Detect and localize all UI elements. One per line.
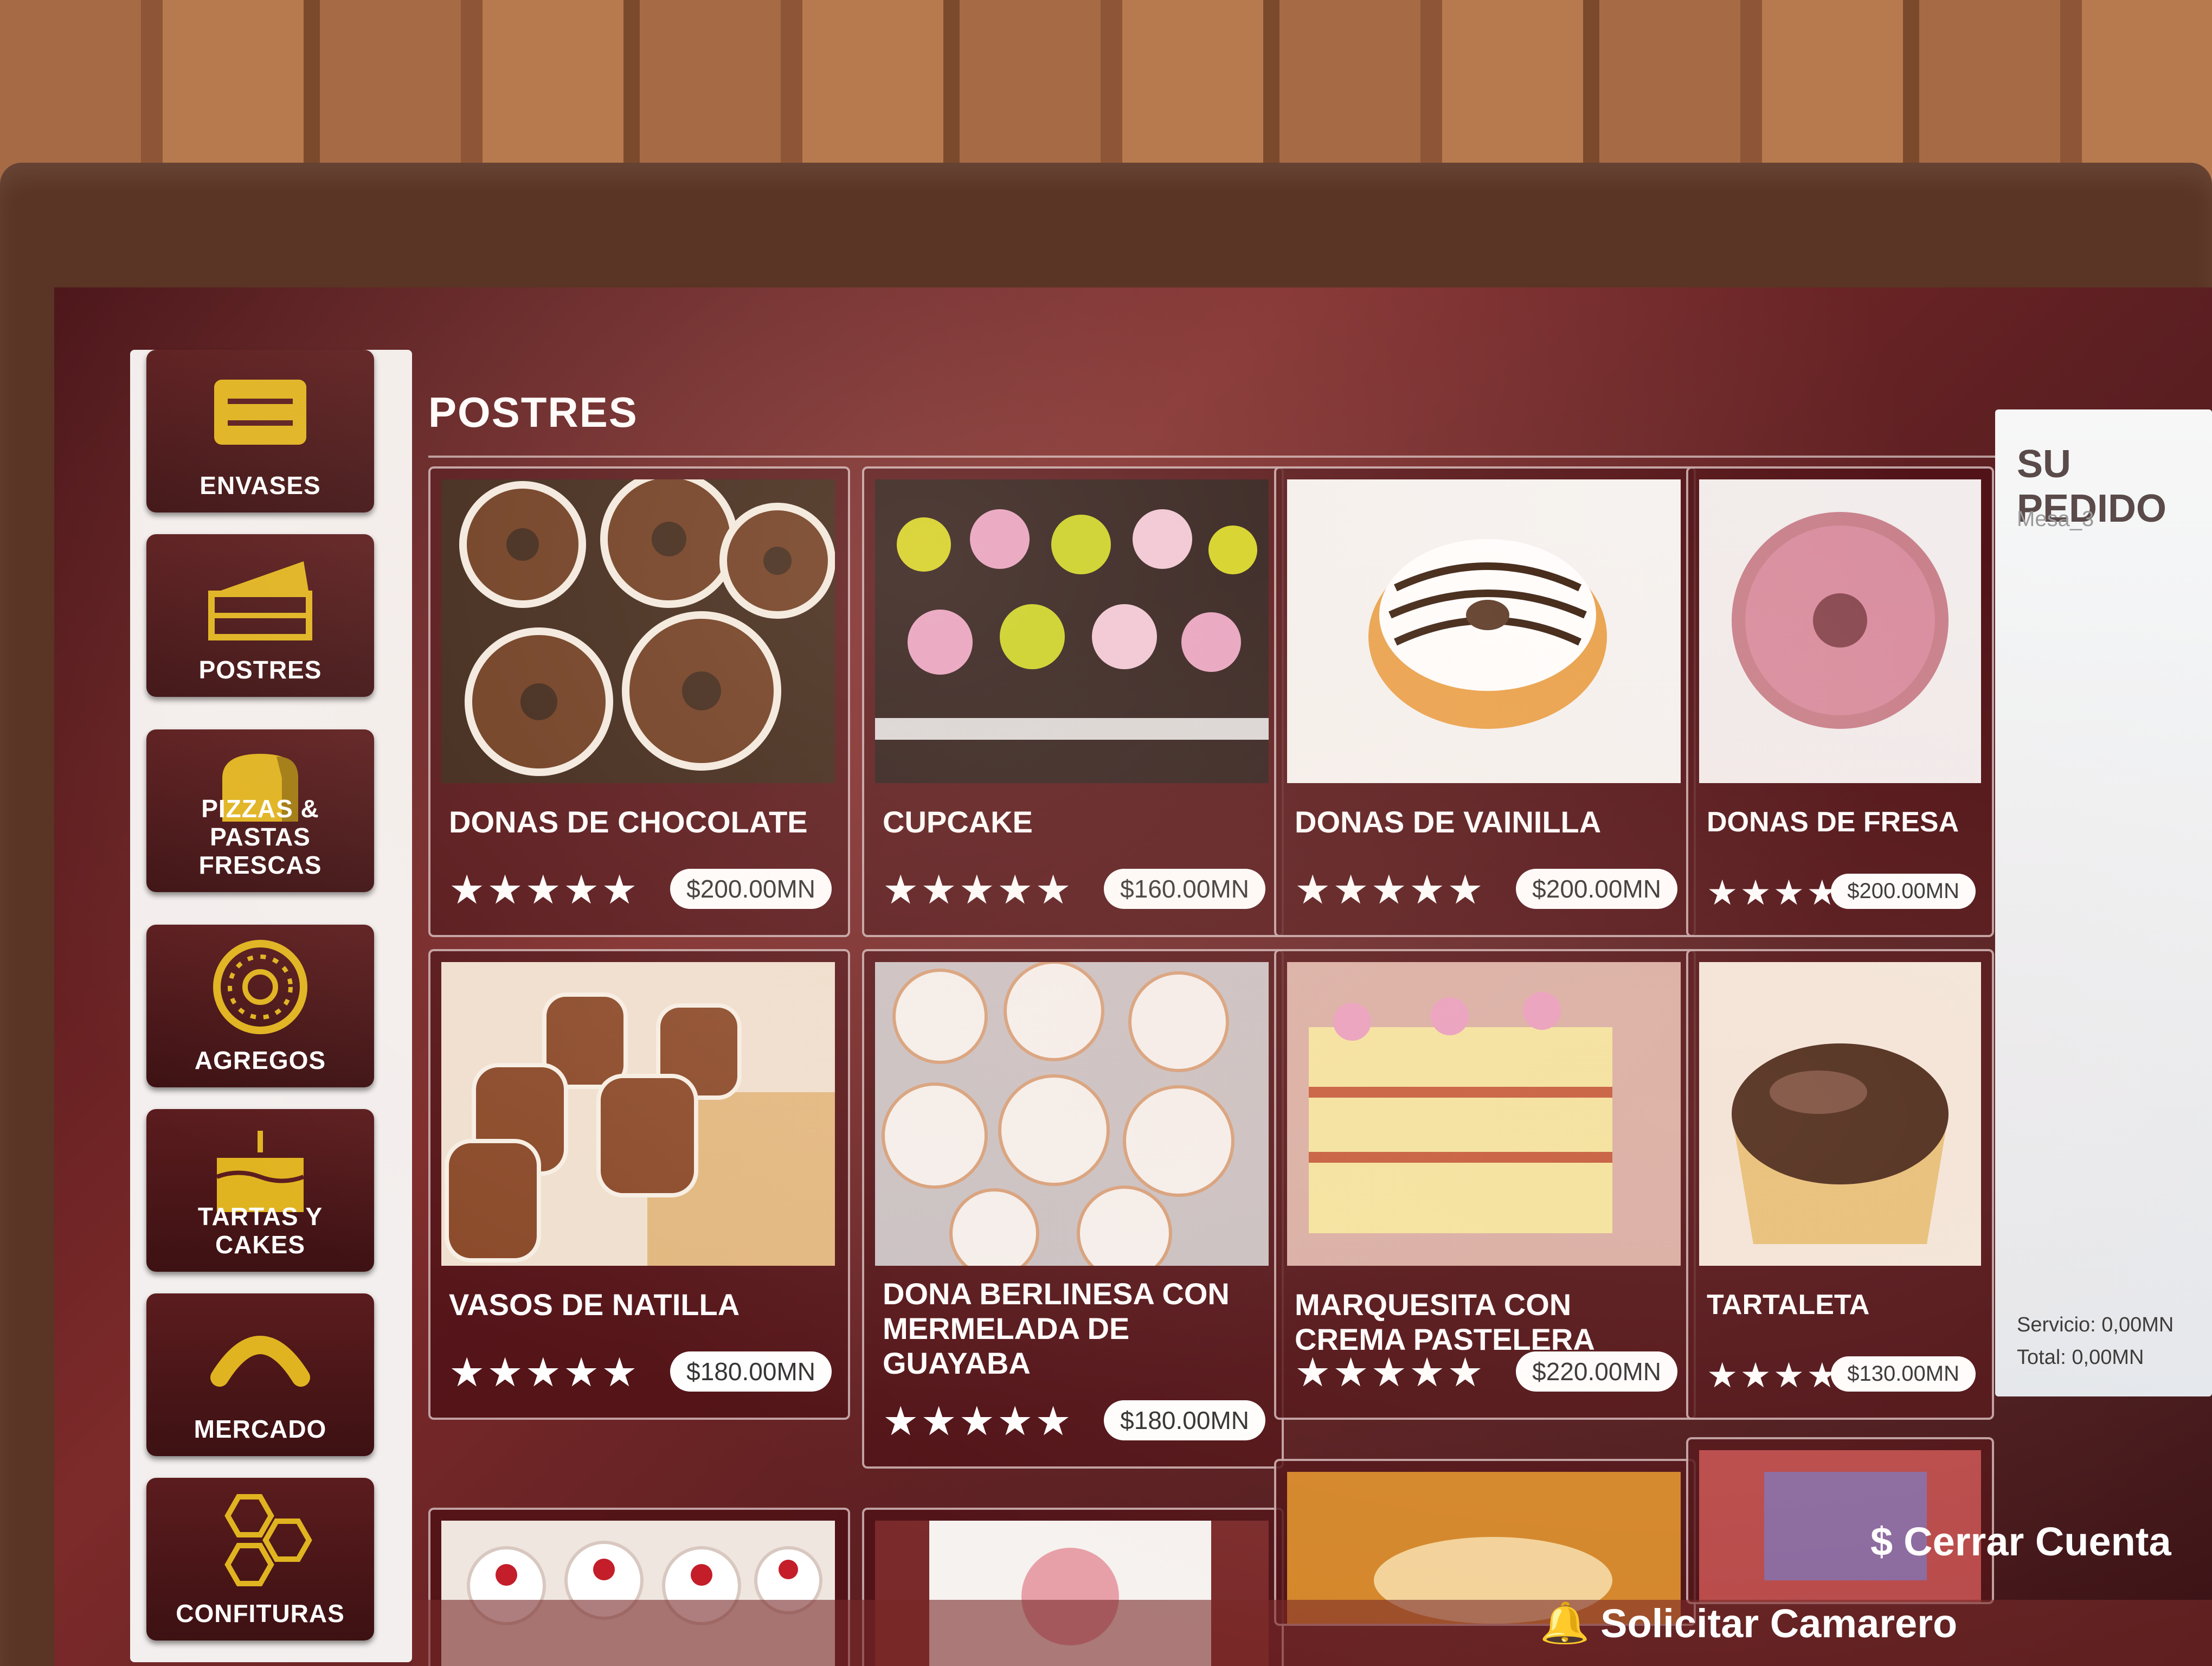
category-agregos[interactable]: AGREGOS <box>146 925 374 1087</box>
order-total: Total: 0,00MN <box>2017 1346 2144 1369</box>
kiosk-screen: ENVASES POSTRES PIZZAS & PASTAS FRESCAS … <box>54 287 2212 1666</box>
call-waiter-label: Solicitar Camarero <box>1600 1601 1958 1646</box>
product-card[interactable]: DONA BERLINESA CON MERMELADA DE GUAYABA … <box>862 949 1284 1469</box>
price-badge: $200.00MN <box>670 869 832 909</box>
sausage-icon <box>146 1310 374 1402</box>
product-name: VASOS DE NATILLA <box>449 1287 740 1322</box>
rating-stars: ★★★★★ <box>1295 1350 1486 1395</box>
product-card[interactable]: MARQUESITA CON CREMA PASTELERA ★★★★★ $22… <box>1274 949 1696 1420</box>
service-fee: Servicio: 0,00MN <box>2017 1313 2174 1336</box>
category-tartas-cakes[interactable]: TARTAS Y CAKES <box>146 1109 374 1272</box>
price-badge: $200.00MN <box>1831 874 1976 909</box>
category-confituras[interactable]: CONFITURAS <box>146 1478 374 1641</box>
product-image <box>875 960 1269 1281</box>
product-image <box>875 479 1269 783</box>
dollar-icon: $ <box>1870 1519 1893 1564</box>
price-badge: $180.00MN <box>670 1351 832 1392</box>
product-card[interactable]: DONAS DE VAINILLA ★★★★★ $200.00MN <box>1274 466 1696 937</box>
product-card[interactable]: DONAS DE CHOCOLATE ★★★★★ $200.00MN <box>428 466 850 937</box>
rating-stars: ★★★★★ <box>449 867 640 912</box>
table-label: Mesa_3 <box>2017 507 2094 531</box>
category-label: TARTAS Y CAKES <box>197 1202 323 1259</box>
category-sidebar: ENVASES POSTRES PIZZAS & PASTAS FRESCAS … <box>130 350 412 1662</box>
category-pizzas-pastas[interactable]: PIZZAS & PASTAS FRESCAS <box>146 729 374 892</box>
product-name: DONAS DE VAINILLA <box>1295 805 1602 839</box>
donut-icon <box>146 940 374 1034</box>
product-card[interactable]: TARTALETA ★★★★★ $130.00MN <box>1686 949 1994 1420</box>
category-label: ENVASES <box>200 471 321 499</box>
product-image <box>1287 962 1681 1266</box>
cake-slice-icon <box>146 550 374 643</box>
product-image <box>1699 962 1981 1266</box>
rating-stars: ★★★★★ <box>883 1399 1073 1444</box>
price-badge: $220.00MN <box>1516 1351 1677 1392</box>
rating-stars: ★★★★★ <box>1295 867 1486 912</box>
product-name: DONA BERLINESA CON MERMELADA DE GUAYABA <box>883 1277 1230 1380</box>
product-name: DONAS DE CHOCOLATE <box>449 805 808 839</box>
product-card[interactable]: DONAS DE FRESA ★★★★★ $200.00MN <box>1686 466 1994 937</box>
price-badge: $130.00MN <box>1831 1356 1976 1392</box>
rating-stars: ★★★★★ <box>883 867 1073 912</box>
product-name: MARQUESITA CON CREMA PASTELERA <box>1295 1287 1595 1356</box>
rating-stars: ★★★★★ <box>449 1350 640 1395</box>
price-badge: $200.00MN <box>1516 869 1677 909</box>
product-name: DONAS DE FRESA <box>1707 806 1959 838</box>
product-image <box>441 470 835 783</box>
product-name: CUPCAKE <box>883 805 1033 839</box>
product-image <box>1287 479 1681 783</box>
category-envases[interactable]: ENVASES <box>146 350 374 512</box>
product-name: TARTALETA <box>1707 1289 1870 1321</box>
call-waiter-button[interactable]: 🔔 Solicitar Camarero <box>1540 1600 1957 1647</box>
product-card[interactable]: VASOS DE NATILLA ★★★★★ $180.00MN <box>428 949 850 1420</box>
category-label: AGREGOS <box>194 1046 326 1074</box>
title-divider <box>428 456 2001 458</box>
category-label: CONFITURAS <box>176 1599 345 1627</box>
honeycomb-icon <box>146 1494 374 1586</box>
close-bill-label: Cerrar Cuenta <box>1904 1519 2171 1564</box>
category-label: POSTRES <box>198 656 322 684</box>
category-postres[interactable]: POSTRES <box>146 534 374 697</box>
order-panel: SU PEDIDO Mesa_3 Servicio: 0,00MN Total:… <box>1995 409 2212 1396</box>
product-card[interactable]: CUPCAKE ★★★★★ $160.00MN <box>862 466 1284 937</box>
product-image <box>1699 479 1981 783</box>
page-title: POSTRES <box>428 388 638 436</box>
bell-icon: 🔔 <box>1540 1600 1590 1645</box>
category-label: PIZZAS & PASTAS FRESCAS <box>198 794 322 879</box>
price-badge: $180.00MN <box>1104 1400 1265 1440</box>
category-label: MERCADO <box>194 1415 327 1443</box>
category-mercado[interactable]: MERCADO <box>146 1293 374 1456</box>
toaster-icon <box>146 366 374 458</box>
close-bill-button[interactable]: $ Cerrar Cuenta <box>1870 1518 2171 1565</box>
product-image <box>441 962 835 1266</box>
price-badge: $160.00MN <box>1104 869 1265 909</box>
